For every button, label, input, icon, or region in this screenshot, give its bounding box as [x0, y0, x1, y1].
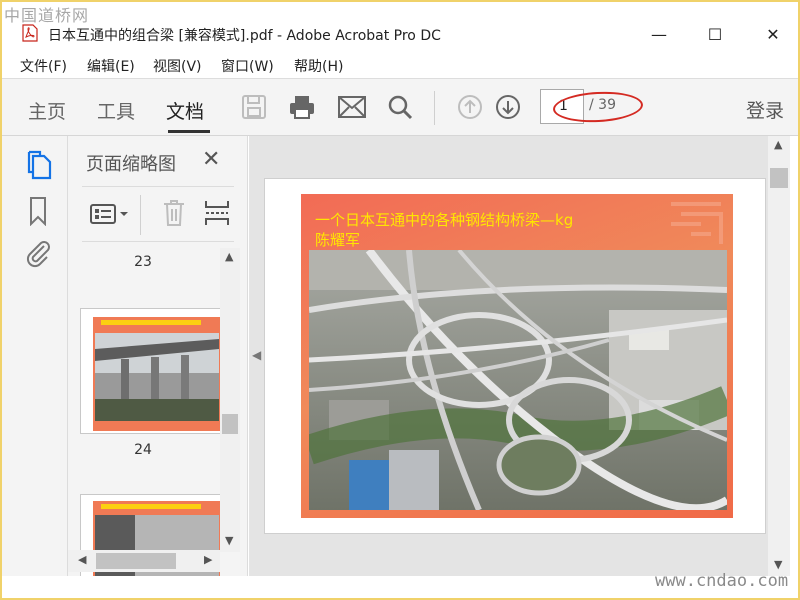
tab-document[interactable]: 文档 [166, 97, 204, 124]
page-thumbnails-icon[interactable] [24, 150, 52, 180]
slide-title: 一个日本互通中的各种钢结构桥梁—kg 陈耀军 [315, 210, 573, 250]
scroll-up-arrow-icon[interactable]: ▲ [225, 250, 233, 263]
scroll-down-arrow-icon[interactable]: ▼ [225, 534, 233, 547]
scrollbar-thumb[interactable] [222, 414, 238, 434]
scrollbar-thumb[interactable] [770, 168, 788, 188]
panel-title: 页面缩略图 [86, 154, 176, 175]
scrollbar-thumb[interactable] [96, 553, 176, 569]
page-down-icon[interactable] [494, 93, 522, 121]
attachment-icon[interactable] [24, 238, 52, 268]
close-panel-icon[interactable]: ✕ [202, 147, 220, 172]
menu-help[interactable]: 帮助(H) [294, 56, 343, 76]
window-title: 日本互通中的组合梁 [兼容模式].pdf - Adobe Acrobat Pro… [48, 28, 441, 44]
watermark-logo-top: 中国道桥网 [4, 6, 90, 25]
tab-home[interactable]: 主页 [28, 97, 66, 124]
close-button[interactable]: ✕ [750, 16, 796, 52]
thumbnails-panel: 页面缩略图 ✕ 23 24 ▲ ▼ ◀ ▶ [68, 136, 248, 576]
title-bar: 日本互通中的组合梁 [兼容模式].pdf - Adobe Acrobat Pro… [2, 2, 798, 52]
navigation-rail [2, 136, 68, 576]
document-vertical-scrollbar[interactable]: ▲ ▼ [768, 136, 790, 576]
page-up-icon[interactable] [456, 93, 484, 121]
thumbnail-toolbar [82, 186, 234, 242]
search-icon[interactable] [386, 93, 414, 121]
login-link[interactable]: 登录 [746, 96, 784, 123]
scroll-up-arrow-icon[interactable]: ▲ [774, 138, 782, 151]
toolbar-divider [434, 91, 435, 125]
active-tab-indicator [168, 130, 210, 133]
thumbnail-number: 23 [134, 254, 152, 270]
thumbnail-number: 24 [134, 442, 152, 458]
minimize-button[interactable]: — [636, 16, 682, 52]
thumbnail-vertical-scrollbar[interactable]: ▲ ▼ [220, 248, 240, 552]
menu-view[interactable]: 视图(V) [153, 56, 202, 76]
menu-edit[interactable]: 编辑(E) [87, 56, 135, 76]
maximize-button[interactable]: ☐ [692, 16, 738, 52]
thumbnail-options-icon[interactable] [90, 203, 130, 227]
thumbnail-page-24[interactable] [80, 308, 220, 434]
slide-content: 一个日本互通中的各种钢结构桥梁—kg 陈耀军 [301, 194, 733, 518]
delete-icon[interactable] [162, 199, 186, 227]
menu-window[interactable]: 窗口(W) [221, 56, 274, 76]
slide-title-line-1: 一个日本互通中的各种钢结构桥梁—kg [315, 211, 574, 229]
scroll-left-arrow-icon[interactable]: ◀ [78, 553, 86, 566]
bookmark-icon[interactable] [24, 196, 52, 226]
panel-toolbar-divider [140, 195, 141, 235]
main-toolbar: 主页 工具 文档 [2, 78, 798, 136]
thumbnails-list: 23 24 [68, 242, 220, 576]
slide-decoration-pattern [671, 202, 723, 244]
menu-file[interactable]: 文件(F) [20, 56, 67, 76]
scroll-right-arrow-icon[interactable]: ▶ [204, 553, 212, 566]
slide-title-line-2: 陈耀军 [315, 231, 361, 249]
watermark-url-bottom: www.cndao.com [655, 571, 789, 591]
interchange-aerial-photo [309, 250, 727, 510]
tab-tools[interactable]: 工具 [97, 97, 135, 124]
scroll-down-arrow-icon[interactable]: ▼ [774, 558, 782, 571]
menu-bar: 文件(F) 编辑(E) 视图(V) 窗口(W) 帮助(H) [2, 52, 798, 78]
save-icon[interactable] [240, 93, 268, 121]
extract-pages-icon[interactable] [204, 199, 230, 227]
thumbnail-horizontal-scrollbar[interactable]: ◀ ▶ [68, 550, 220, 572]
email-icon[interactable] [338, 93, 366, 121]
pdf-file-icon [22, 24, 38, 42]
collapse-panel-arrow-icon[interactable]: ◀ [252, 348, 261, 362]
print-icon[interactable] [288, 93, 316, 121]
